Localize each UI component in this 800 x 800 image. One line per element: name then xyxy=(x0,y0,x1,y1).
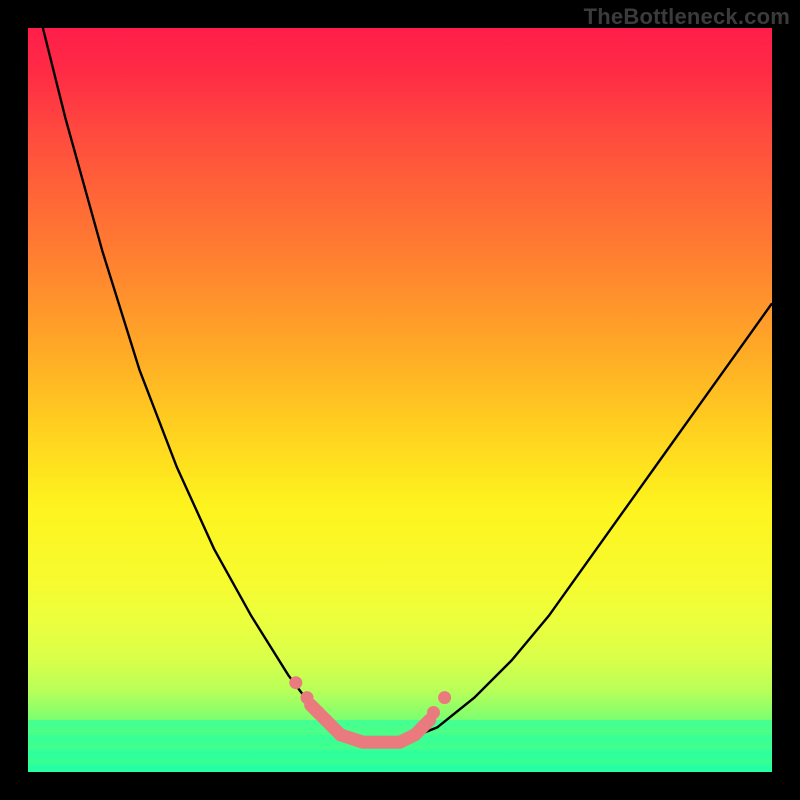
watermark-text: TheBottleneck.com xyxy=(584,4,790,30)
marker-dot xyxy=(427,706,440,719)
marker-dot xyxy=(289,676,302,689)
marker-dot xyxy=(301,691,314,704)
marker-dot xyxy=(438,691,451,704)
curve-svg xyxy=(28,28,772,772)
chart-frame: TheBottleneck.com xyxy=(0,0,800,800)
marker-dot xyxy=(312,706,325,719)
bottleneck-curve xyxy=(43,28,772,742)
plot-area xyxy=(28,28,772,772)
marker-dot xyxy=(416,721,429,734)
